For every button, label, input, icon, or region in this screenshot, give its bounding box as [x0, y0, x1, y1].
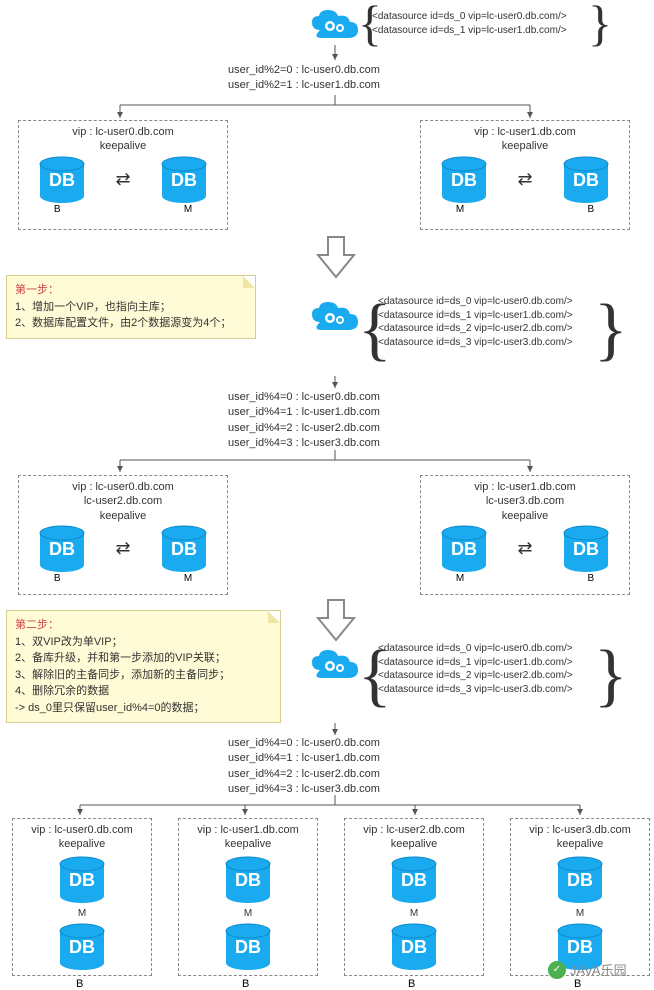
cloud-icon	[310, 648, 360, 683]
role-label: B	[242, 978, 249, 990]
db-cluster-final: vip : lc-user1.db.comkeepalive M	[178, 818, 318, 976]
watermark: ✓ JAVA乐园	[548, 960, 627, 979]
architecture-diagram: { "top": { "ds": ["<datasource id=ds_0 v…	[0, 0, 654, 989]
role-label: B	[76, 978, 83, 990]
brace-icon: }	[594, 636, 628, 716]
routing-rules: user_id%4=0 : lc-user0.db.comuser_id%4=1…	[228, 390, 380, 452]
db-cluster-final: vip : lc-user0.db.comkeepalive M	[12, 818, 152, 976]
db-cluster: vip : lc-user1.db.comkeepalive ⇄ MB	[420, 120, 630, 230]
db-cluster-final: vip : lc-user3.db.comkeepalive M	[510, 818, 650, 976]
routing-rules: user_id%2=0 : lc-user0.db.comuser_id%2=1…	[228, 63, 380, 94]
datasource-list-step2: <datasource id=ds_0 vip=lc-user0.db.com/…	[378, 642, 573, 696]
routing-rules: user_id%4=0 : lc-user0.db.comuser_id%4=1…	[228, 736, 380, 798]
cloud-icon	[310, 300, 360, 335]
wechat-icon: ✓	[548, 961, 566, 979]
cloud-icon	[310, 8, 360, 43]
datasource-list-top: <datasource id=ds_0 vip=lc-user0.db.com/…	[372, 10, 567, 37]
db-cluster: vip : lc-user0.db.comkeepalive ⇄ BM	[18, 120, 228, 230]
db-cluster: vip : lc-user0.db.comlc-user2.db.comkeep…	[18, 475, 228, 595]
brace-icon: }	[588, 0, 612, 52]
db-cluster: vip : lc-user1.db.comlc-user3.db.comkeep…	[420, 475, 630, 595]
step-arrow-icon	[316, 235, 356, 280]
datasource-list-step1: <datasource id=ds_0 vip=lc-user0.db.com/…	[378, 295, 573, 349]
role-label: B	[408, 978, 415, 990]
step-note: 第二步： 1、双VIP改为单VIP； 2、备库升级，并和第一步添加的VIP关联；…	[6, 610, 281, 723]
role-label: B	[574, 978, 581, 990]
brace-icon: }	[594, 290, 628, 370]
step-arrow-icon	[316, 598, 356, 643]
step-note: 第一步： 1、增加一个VIP，也指向主库； 2、数据库配置文件，由2个数据源变为…	[6, 275, 256, 339]
db-cluster-final: vip : lc-user2.db.comkeepalive M	[344, 818, 484, 976]
